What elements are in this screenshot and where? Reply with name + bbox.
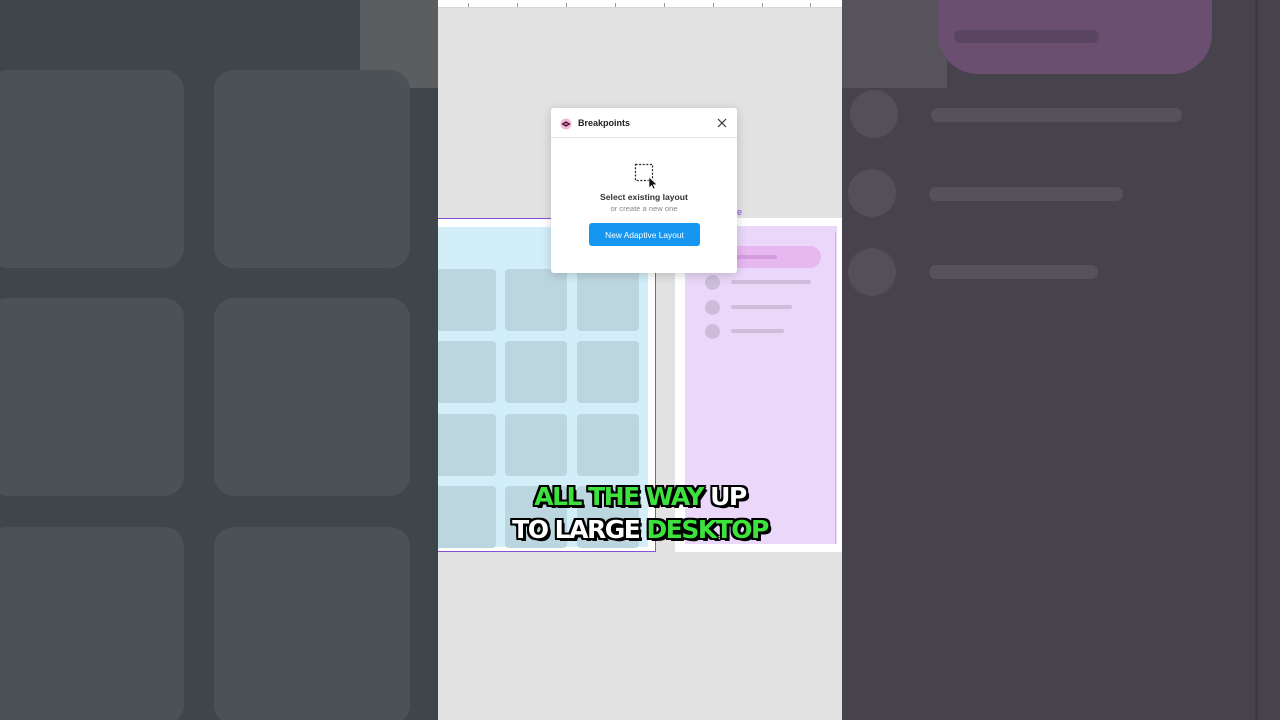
blurred-pill-line — [954, 30, 1099, 43]
list-avatar — [705, 300, 720, 315]
blurred-edge — [1255, 0, 1258, 720]
empty-state-title: Select existing layout — [600, 192, 688, 202]
grid-card — [505, 269, 567, 331]
caption-highlight: ALL THE WAY — [534, 482, 704, 511]
list-line — [731, 280, 811, 284]
blurred-tile — [214, 298, 410, 496]
grid-card — [577, 341, 639, 403]
blurred-tile — [0, 70, 184, 268]
list-avatar — [705, 324, 720, 339]
dashed-selection-cursor-icon — [634, 163, 660, 190]
blurred-line — [931, 108, 1182, 122]
blurred-tile — [0, 527, 184, 720]
video-caption: ALL THE WAY UP TO LARGE DESKTOP — [440, 480, 840, 546]
blurred-tile — [214, 527, 410, 720]
list-line — [731, 305, 792, 309]
blurred-toolbar — [842, 0, 947, 88]
grid-card — [577, 269, 639, 331]
grid-card — [505, 341, 567, 403]
list-avatar — [705, 275, 720, 290]
background-blur-left — [0, 0, 438, 720]
blurred-tile — [0, 298, 184, 496]
caption-highlight: DESKTOP — [646, 515, 770, 544]
dialog-header: Breakpoints — [551, 108, 737, 138]
blurred-avatar — [848, 248, 896, 296]
new-adaptive-layout-button[interactable]: New Adaptive Layout — [589, 223, 700, 246]
background-blur-right — [842, 0, 1280, 720]
grid-card — [577, 414, 639, 476]
caption-line-1: ALL THE WAY UP — [440, 480, 840, 513]
blurred-avatar — [848, 169, 896, 217]
caption-text: TO LARGE — [512, 515, 647, 544]
breakpoints-logo-icon — [560, 117, 572, 130]
top-ruler — [438, 0, 842, 8]
grid-card — [505, 414, 567, 476]
dialog-title: Breakpoints — [578, 118, 631, 128]
blurred-avatar — [850, 90, 898, 138]
blurred-line — [929, 265, 1098, 279]
empty-state-subtitle: or create a new one — [610, 204, 678, 213]
blurred-tile — [214, 70, 410, 268]
list-line — [731, 329, 784, 333]
caption-text: UP — [702, 482, 747, 511]
blurred-line — [929, 187, 1123, 201]
grid-card — [438, 341, 496, 403]
breakpoints-dialog: Breakpoints Select existing layout or cr… — [551, 108, 737, 273]
caption-line-2: TO LARGE DESKTOP — [440, 513, 840, 546]
grid-card — [438, 414, 496, 476]
close-icon[interactable] — [715, 116, 729, 130]
grid-card — [438, 269, 496, 331]
